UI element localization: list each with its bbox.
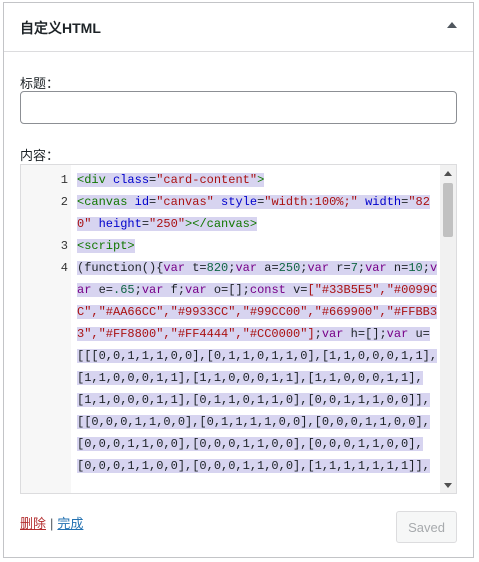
collapse-arrow-icon[interactable] xyxy=(447,22,457,28)
scrollbar-thumb[interactable] xyxy=(443,183,453,237)
line-number: 2 xyxy=(60,195,68,209)
code-token: "width:100%;" xyxy=(264,195,358,209)
delete-link[interactable]: 删除 xyxy=(20,516,46,531)
widget-actions: 删除 | 完成 xyxy=(20,513,83,532)
widget-header[interactable]: 自定义HTML xyxy=(4,3,473,52)
code-token: 7 xyxy=(350,261,358,275)
code-token: 820 xyxy=(206,261,229,275)
code-token: </canvas> xyxy=(192,217,258,231)
code-token: h=[]; xyxy=(343,327,387,341)
code-token: v= xyxy=(285,283,308,297)
code-token: style xyxy=(221,195,258,209)
code-token: var xyxy=(163,261,186,275)
code-token: var xyxy=(185,283,207,297)
line-number: 1 xyxy=(60,173,68,187)
code-token: var xyxy=(307,261,330,275)
code-token: 250 xyxy=(278,261,301,275)
code-token: ; xyxy=(134,283,142,297)
content-label: 内容： xyxy=(20,148,60,163)
editor-scrollbar[interactable] xyxy=(440,165,456,493)
code-token: div xyxy=(84,173,106,187)
code-token: const xyxy=(249,283,286,297)
code-token: t= xyxy=(185,261,207,275)
code-token: var xyxy=(365,261,387,275)
scroll-up-arrow-icon[interactable] xyxy=(444,171,452,176)
code-token: var xyxy=(386,327,409,341)
code-token: f; xyxy=(163,283,186,297)
scroll-down-arrow-icon[interactable] xyxy=(444,483,452,488)
code-token: ; xyxy=(314,327,322,341)
saved-button[interactable]: Saved xyxy=(396,511,457,543)
code-area[interactable]: 1 <div class="card-content"> 2 <canvas i… xyxy=(21,169,441,477)
done-link[interactable]: 完成 xyxy=(57,516,83,531)
action-separator: | xyxy=(50,516,54,531)
title-label: 标题： xyxy=(20,76,60,91)
code-token: "canvas" xyxy=(156,195,214,209)
code-token: = xyxy=(141,217,150,231)
code-token: width xyxy=(365,195,402,209)
code-editor[interactable]: 1 <div class="card-content"> 2 <canvas i… xyxy=(20,164,457,494)
code-token: (function(){ xyxy=(77,261,164,275)
code-token: var xyxy=(235,261,258,275)
code-token: "250" xyxy=(149,217,186,231)
code-token: "card-content" xyxy=(156,173,258,187)
code-token: u=[[[0,0,1,1,1,0,0],[0,1,1,0,1,1,0],[1,1… xyxy=(77,327,438,473)
code-token: id xyxy=(134,195,150,209)
line-number: 4 xyxy=(60,261,68,275)
widget-title: 自定义HTML xyxy=(20,20,101,36)
code-token: ; xyxy=(422,261,430,275)
code-token: class xyxy=(113,173,150,187)
code-line: 1 <div class="card-content"> xyxy=(21,169,441,191)
code-line: 2 <canvas id="canvas" style="width:100%;… xyxy=(21,191,441,235)
code-token: 10 xyxy=(408,261,423,275)
code-line: 3 <script> xyxy=(21,235,441,257)
code-token: e= xyxy=(91,283,114,297)
code-token: a= xyxy=(257,261,279,275)
code-token: height xyxy=(98,217,142,231)
code-token: .65 xyxy=(113,283,135,297)
code-line: 4 (function(){var t=820;var a=250;var r=… xyxy=(21,257,441,477)
code-token: canvas xyxy=(84,195,128,209)
title-input[interactable] xyxy=(20,91,457,124)
code-token: r= xyxy=(329,261,351,275)
code-token: n= xyxy=(386,261,409,275)
line-number: 3 xyxy=(60,239,68,253)
code-token: var xyxy=(321,327,344,341)
code-token: > xyxy=(257,173,265,187)
code-token: <script> xyxy=(77,239,135,253)
code-token: var xyxy=(141,283,164,297)
code-token: o=[]; xyxy=(206,283,250,297)
custom-html-widget: 自定义HTML 标题： 内容： 1 <div class="card-conte… xyxy=(3,2,474,558)
